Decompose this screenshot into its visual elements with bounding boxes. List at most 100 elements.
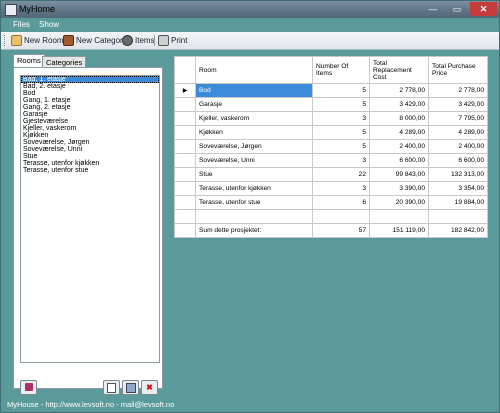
room-list-item[interactable]: Garasje	[21, 111, 159, 118]
row-header[interactable]: ▶	[174, 83, 196, 98]
cell-room[interactable]: Bod	[195, 83, 313, 98]
rooms-summary-grid[interactable]: Room Number Of Items Total Replacement C…	[174, 56, 488, 238]
delete-button[interactable]: ✖	[141, 380, 158, 395]
table-row[interactable]: Garasje 5 3 429,00 3 429,00	[174, 97, 488, 112]
row-header[interactable]	[174, 153, 196, 168]
close-button[interactable]: ✕	[470, 2, 497, 16]
cell-total-replacement-cost[interactable]: 6 600,00	[369, 153, 429, 168]
cell-number-of-items[interactable]: 3	[312, 181, 370, 196]
cell-total-purchase-price[interactable]: 7 795,00	[428, 111, 488, 126]
new-room-button[interactable]: New Room	[11, 35, 64, 46]
cell-total-purchase-price[interactable]: 19 884,00	[428, 195, 488, 210]
tab-rooms[interactable]: Rooms	[13, 54, 45, 68]
cell-total-replacement-cost[interactable]: 8 000,00	[369, 111, 429, 126]
cell-total-purchase-price[interactable]: 182 842,00	[428, 223, 488, 238]
table-row[interactable]: Soveværelse, Jørgen 5 2 400,00 2 400,00	[174, 139, 488, 154]
table-row[interactable]: Terasse, utenfor stue 6 20 390,00 19 884,00	[174, 195, 488, 210]
cell-room[interactable]: Terasse, utenfor kjøkken	[195, 181, 313, 196]
cell-number-of-items[interactable]: 3	[312, 153, 370, 168]
table-row[interactable]: Stue 22 99 843,00 132 313,00	[174, 167, 488, 182]
menu-show[interactable]: Show	[39, 20, 59, 29]
row-header[interactable]	[174, 181, 196, 196]
column-header-number-of-items[interactable]: Number Of Items	[312, 56, 370, 84]
cell-total-replacement-cost[interactable]: 99 843,00	[369, 167, 429, 182]
toolbar-grip[interactable]	[4, 35, 7, 46]
table-row[interactable]: Terasse, utenfor kjøkken 3 3 390,00 3 354,0…	[174, 181, 488, 196]
column-header-total-purchase-price[interactable]: Total Purchase Price	[428, 56, 488, 84]
edit-button[interactable]	[122, 380, 139, 395]
cell-room[interactable]: Kjeller, vaskerom	[195, 111, 313, 126]
room-list-item[interactable]: Soveværelse, Jørgen	[21, 139, 159, 146]
new-item-button[interactable]	[103, 380, 120, 395]
cell-total-purchase-price[interactable]: 3 354,00	[428, 181, 488, 196]
category-button[interactable]	[20, 380, 37, 395]
cell-number-of-items[interactable]: 6	[312, 195, 370, 210]
cell-total-purchase-price[interactable]: 4 289,00	[428, 125, 488, 140]
cell-total-replacement-cost[interactable]: 3 429,00	[369, 97, 429, 112]
row-header[interactable]	[174, 167, 196, 182]
cell-number-of-items[interactable]	[312, 209, 370, 224]
room-list-item[interactable]: Soveværelse, Unni	[21, 146, 159, 153]
cell-room[interactable]: Garasje	[195, 97, 313, 112]
cell-total-replacement-cost[interactable]	[369, 209, 429, 224]
cell-number-of-items[interactable]: 22	[312, 167, 370, 182]
row-header[interactable]	[174, 125, 196, 140]
table-row[interactable]: Soveværelse, Unni 3 6 600,00 6 600,00	[174, 153, 488, 168]
cell-number-of-items[interactable]: 5	[312, 139, 370, 154]
menu-files[interactable]: Files	[13, 20, 30, 29]
table-row[interactable]	[174, 209, 488, 224]
cell-total-purchase-price[interactable]: 132 313,00	[428, 167, 488, 182]
room-list-item[interactable]: Gang, 1. etasje	[21, 97, 159, 104]
cell-room[interactable]: Kjøkken	[195, 125, 313, 140]
room-list-item[interactable]: Terasse, utenfor stue	[21, 167, 159, 174]
room-list-item[interactable]: Stue	[21, 153, 159, 160]
cell-total-purchase-price[interactable]: 6 600,00	[428, 153, 488, 168]
room-list-item[interactable]: Bad, 2. etasje	[21, 83, 159, 90]
row-header[interactable]	[174, 223, 196, 238]
room-list-item[interactable]: Gang, 2. etasje	[21, 104, 159, 111]
cell-room[interactable]	[195, 209, 313, 224]
cell-number-of-items[interactable]: 5	[312, 125, 370, 140]
cell-number-of-items[interactable]: 57	[312, 223, 370, 238]
cell-number-of-items[interactable]: 5	[312, 83, 370, 98]
room-list-item[interactable]: Terasse, utenfor kjøkken	[21, 160, 159, 167]
row-header[interactable]	[174, 139, 196, 154]
cell-total-replacement-cost[interactable]: 2 778,00	[369, 83, 429, 98]
row-header[interactable]	[174, 195, 196, 210]
rooms-listbox[interactable]: Bad, 1. etasje Bad, 2. etasje Bod Gang, 1. …	[20, 75, 160, 363]
cell-total-replacement-cost[interactable]: 151 119,00	[369, 223, 429, 238]
cell-number-of-items[interactable]: 5	[312, 97, 370, 112]
room-list-item[interactable]: Bod	[21, 90, 159, 97]
table-row[interactable]: Sum dette prosjektet: 57 151 119,00 182 842…	[174, 223, 488, 238]
column-header-room[interactable]: Room	[195, 56, 313, 84]
cell-total-replacement-cost[interactable]: 3 390,00	[369, 181, 429, 196]
cell-total-purchase-price[interactable]: 3 429,00	[428, 97, 488, 112]
table-row[interactable]: ▶ Bod 5 2 778,00 2 778,00	[174, 83, 488, 98]
maximize-button[interactable]: ▭	[445, 2, 469, 16]
minimize-button[interactable]: —	[421, 2, 445, 16]
table-row[interactable]: Kjeller, vaskerom 3 8 000,00 7 795,00	[174, 111, 488, 126]
row-header[interactable]	[174, 97, 196, 112]
row-header[interactable]	[174, 111, 196, 126]
row-header[interactable]	[174, 209, 196, 224]
room-list-item[interactable]: Bad, 1. etasje	[21, 76, 159, 83]
items-button[interactable]: Items	[122, 35, 155, 46]
cell-total-purchase-price[interactable]: 2 778,00	[428, 83, 488, 98]
cell-total-replacement-cost[interactable]: 2 400,00	[369, 139, 429, 154]
column-header-total-replacement-cost[interactable]: Total Replacement Cost	[369, 56, 429, 84]
room-list-item[interactable]: Kjøkken	[21, 132, 159, 139]
cell-room[interactable]: Soveværelse, Unni	[195, 153, 313, 168]
cell-room[interactable]: Sum dette prosjektet:	[195, 223, 313, 238]
table-row[interactable]: Kjøkken 5 4 289,00 4 289,00	[174, 125, 488, 140]
cell-room[interactable]: Terasse, utenfor stue	[195, 195, 313, 210]
new-category-button[interactable]: New Category	[63, 35, 127, 46]
cell-total-purchase-price[interactable]	[428, 209, 488, 224]
cell-number-of-items[interactable]: 3	[312, 111, 370, 126]
room-list-item[interactable]: Kjeller, vaskerom	[21, 125, 159, 132]
cell-total-replacement-cost[interactable]: 20 390,00	[369, 195, 429, 210]
cell-total-purchase-price[interactable]: 2 400,00	[428, 139, 488, 154]
cell-room[interactable]: Stue	[195, 167, 313, 182]
room-list-item[interactable]: Gjesteværelse	[21, 118, 159, 125]
print-button[interactable]: Print	[158, 35, 187, 46]
cell-room[interactable]: Soveværelse, Jørgen	[195, 139, 313, 154]
